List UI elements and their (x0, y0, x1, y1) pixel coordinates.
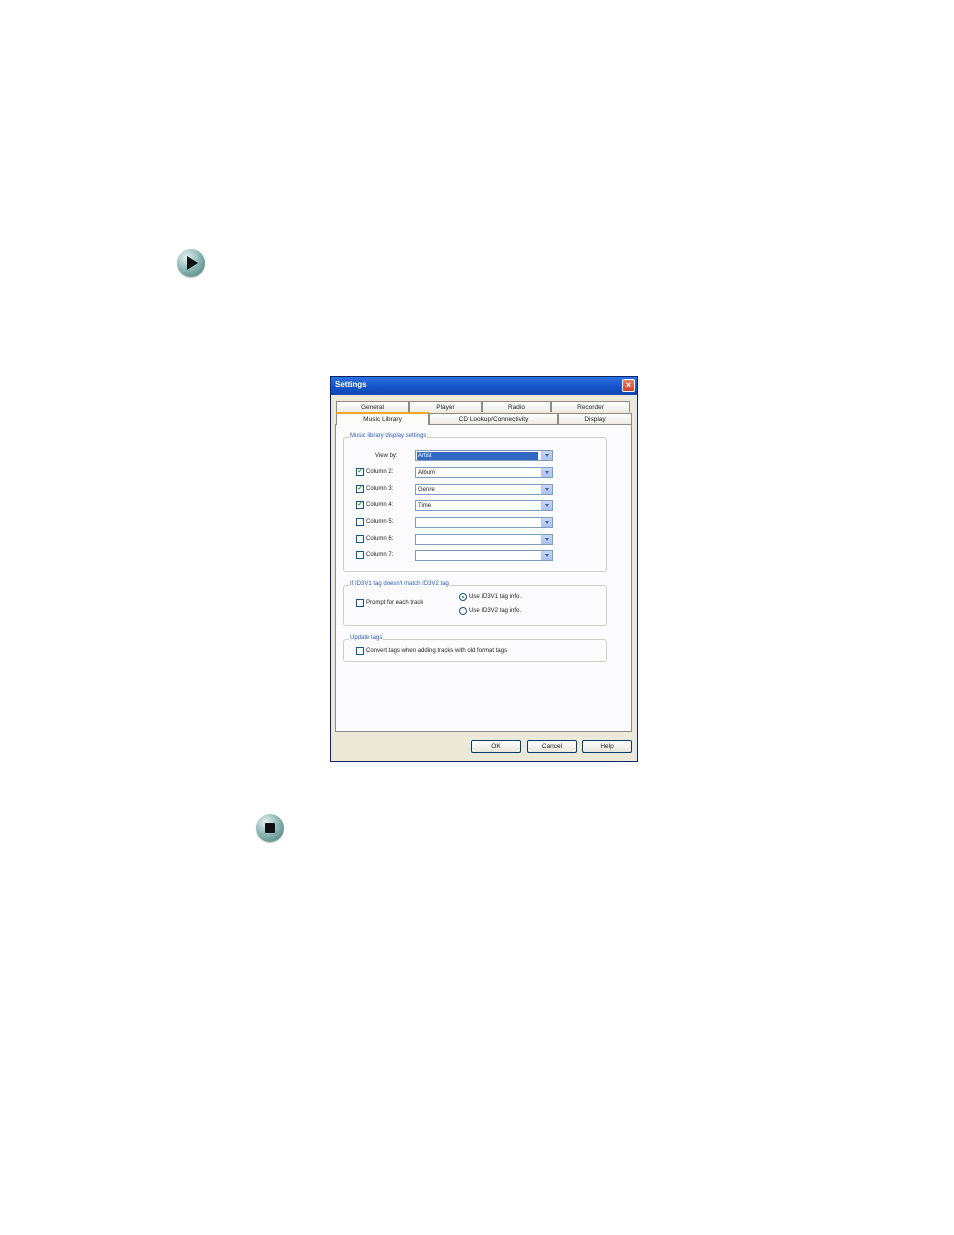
tab-recorder[interactable]: Recorder (551, 401, 630, 412)
chevron-down-icon[interactable] (541, 501, 552, 510)
chevron-down-icon[interactable] (541, 485, 552, 494)
id3-tag-group-label: If ID3V1 tag doesn't match ID3V2 tag (349, 580, 450, 588)
help-button[interactable]: Help (582, 740, 632, 753)
column-3-select[interactable]: Genre (415, 484, 553, 495)
tab-cd-lookup-connectivity[interactable]: CD Lookup/Connectivity (429, 413, 558, 424)
column-2-label: Column 2: (366, 469, 394, 475)
chevron-down-icon[interactable] (541, 551, 552, 560)
column-7-label: Column 7: (366, 552, 394, 558)
column-5-checkbox[interactable] (356, 518, 364, 526)
use-id3v2-radio[interactable] (459, 607, 467, 615)
column-5-select[interactable] (415, 517, 553, 528)
tab-player[interactable]: Player (409, 401, 482, 412)
use-id3v1-label: Use ID3V1 tag info. (469, 594, 522, 600)
chevron-down-icon[interactable] (541, 535, 552, 544)
column-3-checkbox[interactable]: ✓ (356, 485, 364, 493)
cancel-button[interactable]: Cancel (527, 740, 577, 753)
column-6-select[interactable] (415, 534, 553, 545)
column-5-label: Column 5: (366, 519, 394, 525)
prompt-each-track-checkbox[interactable] (356, 599, 364, 607)
update-tags-group-label: Update tags (349, 634, 384, 642)
column-2-select[interactable]: Album (415, 467, 553, 478)
column-4-checkbox[interactable]: ✓ (356, 501, 364, 509)
close-icon: × (625, 380, 632, 390)
tab-general[interactable]: General (336, 401, 409, 412)
column-4-label: Column 4: (366, 502, 394, 508)
column-4-select[interactable]: Time (415, 500, 553, 511)
stop-icon (256, 814, 284, 842)
column-3-label: Column 3: (366, 486, 394, 492)
chevron-down-icon[interactable] (541, 451, 552, 460)
column-6-checkbox[interactable] (356, 535, 364, 543)
view-by-select[interactable]: Artist (415, 450, 553, 461)
display-settings-group-label: Music library display settings (349, 432, 428, 440)
convert-tags-label: Convert tags when adding tracks with old… (366, 648, 508, 654)
play-arrow-icon (177, 249, 205, 277)
column-7-checkbox[interactable] (356, 551, 364, 559)
view-by-value: Artist (417, 452, 538, 460)
prompt-each-track-label: Prompt for each track (366, 600, 424, 606)
chevron-down-icon[interactable] (541, 518, 552, 527)
column-4-value: Time (418, 503, 432, 509)
convert-tags-checkbox[interactable] (356, 647, 364, 655)
view-by-label: View by: (375, 453, 398, 459)
tab-music-library[interactable]: Music Library (336, 412, 429, 425)
column-6-label: Column 6: (366, 536, 394, 542)
ok-button[interactable]: OK (471, 740, 521, 753)
title-bar[interactable]: Settings × (331, 377, 637, 395)
close-button[interactable]: × (622, 379, 635, 392)
dialog-title: Settings (335, 380, 367, 389)
column-7-select[interactable] (415, 550, 553, 561)
chevron-down-icon[interactable] (541, 468, 552, 477)
use-id3v1-radio[interactable] (459, 593, 467, 601)
column-3-value: Genre (418, 487, 435, 493)
column-2-checkbox[interactable]: ✓ (356, 468, 364, 476)
column-2-value: Album (418, 470, 436, 476)
tab-display[interactable]: Display (558, 413, 632, 424)
tab-radio[interactable]: Radio (482, 401, 551, 412)
use-id3v2-label: Use ID3V2 tag info. (469, 608, 522, 614)
